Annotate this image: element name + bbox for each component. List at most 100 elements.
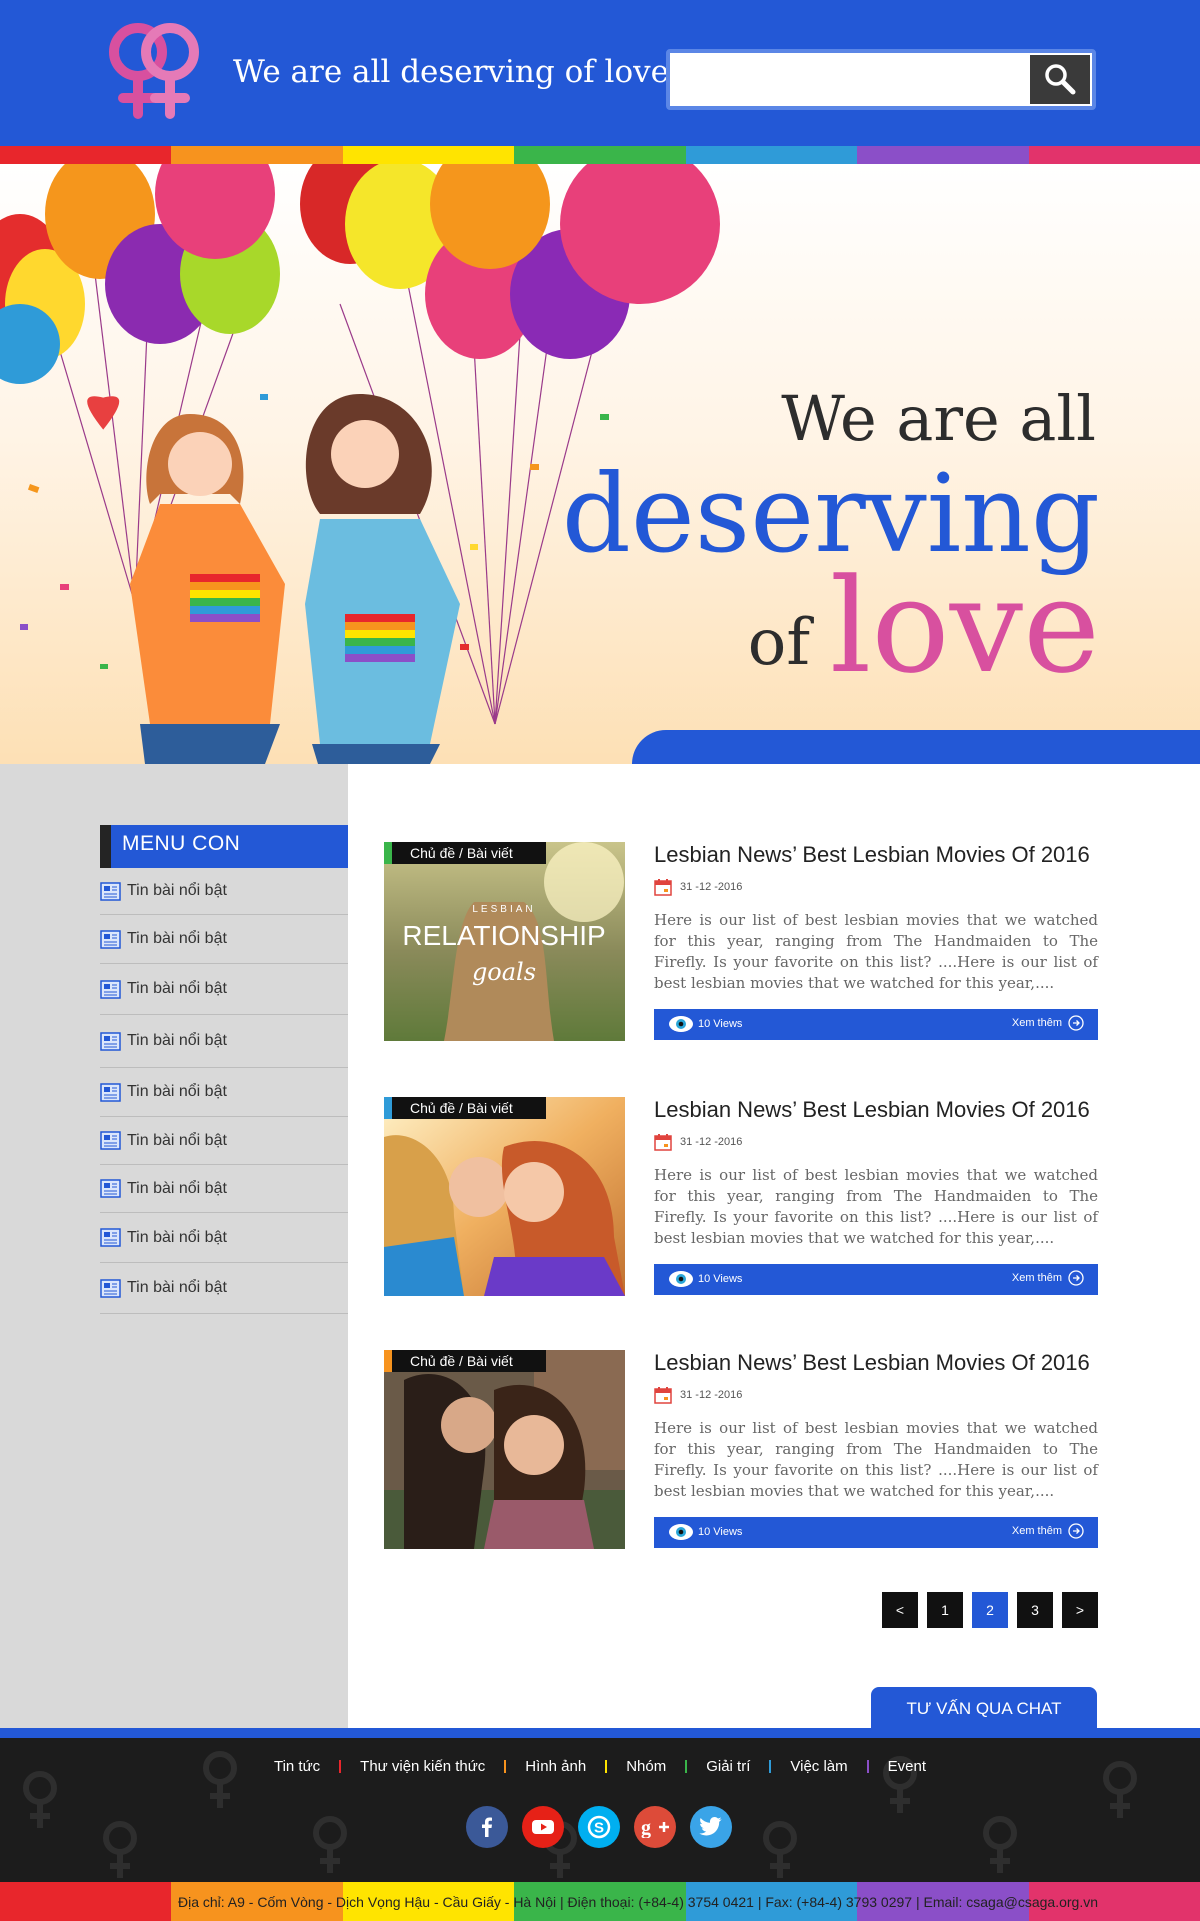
read-more-link[interactable]: Xem thêm xyxy=(1012,1015,1084,1031)
search-button[interactable] xyxy=(1030,55,1090,104)
read-more-label: Xem thêm xyxy=(1011,1017,1062,1029)
footer-link-groups[interactable]: Nhóm xyxy=(626,1758,666,1775)
post-title[interactable]: Lesbian News’ Best Lesbian Movies Of 201… xyxy=(654,1097,1090,1123)
calendar-icon xyxy=(654,1134,672,1151)
nav-divider xyxy=(605,1760,608,1773)
svg-text:g: g xyxy=(641,1817,651,1838)
sidebar-item[interactable]: Tin bài nổi bật xyxy=(100,868,348,915)
read-more-label: Xem thêm xyxy=(1011,1272,1062,1284)
post-date-text: 31 -12 -2016 xyxy=(680,1136,743,1148)
post-title[interactable]: Lesbian News’ Best Lesbian Movies Of 201… xyxy=(654,842,1090,868)
sidebar-item[interactable]: Tin bài nổi bật xyxy=(100,1165,348,1213)
post-card: Chủ đề / Bài viết Lesbian News’ Best Les… xyxy=(384,1350,1099,1550)
post-image: LESBIAN RELATIONSHIP goals xyxy=(384,842,625,1041)
post-views: 10 Views xyxy=(668,1270,742,1288)
post-card: LESBIAN RELATIONSHIP goals Chủ đề / Bài … xyxy=(384,842,1099,1042)
chat-consult-button[interactable]: TƯ VẤN QUA CHAT xyxy=(871,1687,1097,1731)
eye-icon xyxy=(669,1016,693,1032)
post-thumbnail[interactable]: Chủ đề / Bài viết xyxy=(384,1097,625,1296)
footer-link-library[interactable]: Thư viện kiến thức xyxy=(360,1758,485,1775)
pagination-next[interactable]: > xyxy=(1062,1592,1098,1628)
calendar-icon xyxy=(654,879,672,896)
news-icon xyxy=(100,1228,121,1247)
pagination-page-3[interactable]: 3 xyxy=(1017,1592,1053,1628)
post-views-text: 10 Views xyxy=(698,1018,743,1030)
news-icon xyxy=(100,929,121,949)
pagination-prev[interactable]: < xyxy=(882,1592,918,1628)
sidebar-item[interactable]: Tin bài nổi bật xyxy=(100,1263,348,1314)
post-views-text: 10 Views xyxy=(698,1273,743,1285)
nav-divider xyxy=(339,1760,342,1773)
news-icon xyxy=(100,881,121,901)
post-date: 31 -12 -2016 xyxy=(654,877,742,897)
post-excerpt: Here is our list of best lesbian movies … xyxy=(654,911,1098,992)
google-plus-icon[interactable]: g xyxy=(634,1806,676,1848)
post-excerpt: Here is our list of best lesbian movies … xyxy=(654,1166,1098,1247)
sidebar-item[interactable]: Tin bài nổi bật xyxy=(100,1068,348,1117)
read-more-link[interactable]: Xem thêm xyxy=(1012,1270,1084,1286)
post-title[interactable]: Lesbian News’ Best Lesbian Movies Of 201… xyxy=(654,1350,1090,1376)
post-meta-bar: 10 Views Xem thêm xyxy=(654,1009,1098,1040)
post-date: 31 -12 -2016 xyxy=(654,1132,742,1152)
sidebar-item[interactable]: Tin bài nổi bật xyxy=(100,1117,348,1165)
footer-address-bar: Địa chỉ: A9 - Cốm Vòng - Dịch Vọng Hậu -… xyxy=(0,1882,1200,1921)
sidebar-item[interactable]: Tin bài nổi bật xyxy=(100,1015,348,1068)
site-footer: Tin tức Thư viện kiến thức Hình ảnh Nhóm… xyxy=(0,1738,1200,1882)
footer-link-images[interactable]: Hình ảnh xyxy=(525,1758,586,1775)
pagination-page-2[interactable]: 2 xyxy=(972,1592,1008,1628)
pagination-page-1[interactable]: 1 xyxy=(927,1592,963,1628)
news-icon xyxy=(100,979,121,999)
sidebar-header: MENU CON xyxy=(100,825,348,868)
hero-title-line1: We are all xyxy=(781,382,1096,455)
read-more-label: Xem thêm xyxy=(1011,1525,1062,1537)
post-views: 10 Views xyxy=(668,1523,742,1541)
hero-blue-tab xyxy=(632,730,1200,764)
hero-title-love: love xyxy=(829,550,1100,702)
sidebar-item-label: Tin bài nổi bật xyxy=(127,1032,227,1049)
post-thumbnail[interactable]: LESBIAN RELATIONSHIP goals Chủ đề / Bài … xyxy=(384,842,625,1041)
sidebar-item-label: Tin bài nổi bật xyxy=(127,882,227,899)
footer-link-jobs[interactable]: Việc làm xyxy=(790,1758,847,1775)
post-views-text: 10 Views xyxy=(698,1526,743,1538)
sidebar-item-label: Tin bài nổi bật xyxy=(127,1279,227,1296)
post-category[interactable]: Chủ đề / Bài viết xyxy=(384,1097,546,1119)
footer-top-bar xyxy=(0,1728,1200,1738)
youtube-icon[interactable] xyxy=(522,1806,564,1848)
sidebar-item-label: Tin bài nổi bật xyxy=(127,930,227,947)
post-category[interactable]: Chủ đề / Bài viết xyxy=(384,842,546,864)
news-icon xyxy=(100,1278,121,1298)
post-category[interactable]: Chủ đề / Bài viết xyxy=(384,1350,546,1372)
site-header: We are all deserving of love xyxy=(0,0,1200,146)
post-thumbnail[interactable]: Chủ đề / Bài viết xyxy=(384,1350,625,1549)
footer-link-event[interactable]: Event xyxy=(888,1758,926,1775)
skype-icon[interactable]: S xyxy=(578,1806,620,1848)
female-symbols-logo[interactable] xyxy=(96,16,220,124)
thumb-text-big: RELATIONSHIP xyxy=(402,920,605,951)
sidebar-item-label: Tin bài nổi bật xyxy=(127,1179,227,1197)
search-icon xyxy=(1045,64,1076,95)
footer-link-entertainment[interactable]: Giải trí xyxy=(706,1758,750,1775)
sidebar-item[interactable]: Tin bài nổi bật xyxy=(100,915,348,964)
search-input[interactable] xyxy=(674,57,1026,102)
read-more-link[interactable]: Xem thêm xyxy=(1012,1523,1084,1539)
post-meta-bar: 10 Views Xem thêm xyxy=(654,1264,1098,1295)
footer-nav: Tin tức Thư viện kiến thức Hình ảnh Nhóm… xyxy=(0,1758,1200,1775)
tagline-bold: all deserving of love xyxy=(352,54,669,90)
arrow-circle-right-icon xyxy=(1068,1270,1084,1286)
news-icon xyxy=(100,1131,121,1150)
news-icon xyxy=(100,1179,121,1198)
twitter-icon[interactable] xyxy=(690,1806,732,1848)
footer-link-news[interactable]: Tin tức xyxy=(274,1758,320,1775)
arrow-circle-right-icon xyxy=(1068,1523,1084,1539)
hero-title-of: of xyxy=(747,606,810,680)
sidebar-item[interactable]: Tin bài nổi bật xyxy=(100,1213,348,1263)
tagline-light: We are xyxy=(233,54,343,90)
sidebar: MENU CON Tin bài nổi bật Tin bài nổi bật… xyxy=(0,764,348,1728)
facebook-icon[interactable] xyxy=(466,1806,508,1848)
calendar-icon xyxy=(654,1387,672,1404)
rainbow-strip-top xyxy=(0,146,1200,164)
site-tagline: We are all deserving of love xyxy=(233,54,669,90)
sidebar-item[interactable]: Tin bài nổi bật xyxy=(100,964,348,1015)
sidebar-item-label: Tin bài nổi bật xyxy=(127,1228,227,1246)
hero-banner: We are all deserving of love xyxy=(0,164,1200,764)
